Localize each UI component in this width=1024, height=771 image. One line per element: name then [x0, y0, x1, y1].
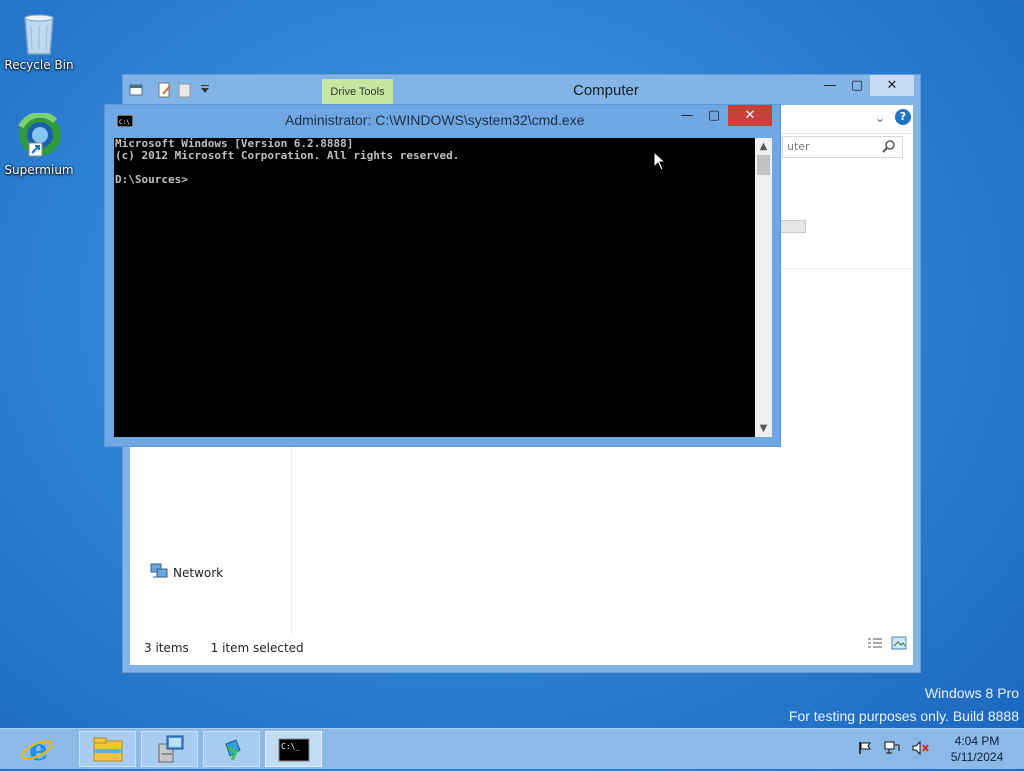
desktop-icon-label: Supermium: [4, 163, 74, 177]
taskbar-file-explorer[interactable]: [79, 731, 136, 767]
details-view-icon[interactable]: [867, 636, 883, 653]
cmd-close-button[interactable]: ✕: [728, 105, 772, 126]
properties-icon[interactable]: [157, 82, 173, 98]
help-icon[interactable]: ?: [895, 109, 911, 125]
recycle-bin-icon: [15, 8, 63, 56]
cmd-titlebar[interactable]: C:\ Administrator: C:\WINDOWS\system32\c…: [105, 105, 780, 135]
explorer-maximize-button[interactable]: ▢: [845, 75, 869, 96]
search-icon: [882, 139, 896, 156]
installer-icon: [204, 739, 261, 771]
large-icons-view-icon[interactable]: [891, 636, 907, 653]
scroll-thumb[interactable]: [757, 155, 770, 175]
view-switcher: [867, 636, 907, 653]
tab-drive-tools[interactable]: Drive Tools: [322, 79, 393, 105]
svg-text:C:\_: C:\_: [281, 742, 300, 751]
quick-access-toolbar: [129, 82, 213, 98]
nav-item-network[interactable]: Network: [150, 563, 223, 582]
cmd-maximize-button[interactable]: ▢: [702, 105, 726, 126]
window-menu-icon[interactable]: [129, 82, 145, 98]
explorer-titlebar[interactable]: Drive Tools Computer — ▢ ✕: [123, 75, 920, 105]
cmd-app-icon[interactable]: C:\: [116, 114, 134, 130]
scroll-up-arrow-icon[interactable]: ▲: [755, 138, 772, 155]
nav-item-label: Network: [173, 565, 224, 580]
drive-capacity-bar: [780, 220, 806, 233]
explorer-close-button[interactable]: ✕: [870, 75, 914, 96]
cmd-window[interactable]: C:\ Administrator: C:\WINDOWS\system32\c…: [104, 104, 781, 447]
clock-time: 4:04 PM: [954, 734, 1000, 748]
status-bar: 3 items 1 item selected: [144, 641, 322, 655]
customize-toolbar-chevron-icon[interactable]: [197, 82, 213, 98]
system-tray: 4:04 PM 5/11/2024: [852, 729, 1024, 769]
network-icon: [150, 563, 168, 582]
cmd-minimize-button[interactable]: —: [675, 105, 699, 126]
explorer-title: Computer: [573, 82, 639, 99]
file-explorer-icon: [80, 737, 137, 771]
console-scrollbar[interactable]: ▲ ▼: [755, 138, 772, 437]
taskbar-setup[interactable]: [141, 731, 198, 767]
status-selected-count: 1 item selected: [210, 641, 304, 655]
console-output[interactable]: Microsoft Windows [Version 6.2.8888] (c)…: [114, 138, 755, 437]
mouse-cursor-icon: [653, 150, 667, 174]
setup-package-icon: [142, 735, 199, 771]
taskbar-clock[interactable]: 4:04 PM 5/11/2024: [942, 733, 1012, 765]
svg-text:C:\: C:\: [119, 119, 130, 126]
command-prompt-icon: C:\_: [266, 738, 323, 771]
explorer-minimize-button[interactable]: —: [818, 75, 842, 96]
status-item-count: 3 items: [144, 641, 189, 655]
desktop-icon-recycle-bin[interactable]: Recycle Bin: [0, 8, 79, 72]
watermark-edition: Windows 8 Pro: [924, 685, 1019, 701]
svg-text:e: e: [29, 733, 48, 767]
watermark-build: For testing purposes only. Build 8888: [788, 708, 1019, 724]
ribbon-expand-chevron-icon[interactable]: ⌄: [875, 111, 885, 125]
supermium-icon: [15, 111, 63, 161]
taskbar-internet-explorer[interactable]: e: [17, 731, 74, 768]
taskbar-network-installer[interactable]: [203, 731, 260, 767]
volume-muted-icon[interactable]: [912, 740, 930, 758]
desktop-icon-label: Recycle Bin: [4, 58, 74, 72]
action-center-flag-icon[interactable]: [858, 741, 872, 758]
taskbar: e C:\_ 4:04 PM 5/11/2024: [0, 728, 1024, 769]
cmd-title: Administrator: C:\WINDOWS\system32\cmd.e…: [285, 112, 585, 128]
taskbar-command-prompt[interactable]: C:\_: [265, 731, 322, 767]
network-status-icon[interactable]: [884, 741, 900, 758]
desktop-icon-supermium[interactable]: Supermium: [0, 111, 79, 177]
clock-date: 5/11/2024: [950, 750, 1004, 764]
scroll-down-arrow-icon[interactable]: ▼: [755, 420, 772, 437]
new-folder-icon[interactable]: [177, 82, 193, 98]
